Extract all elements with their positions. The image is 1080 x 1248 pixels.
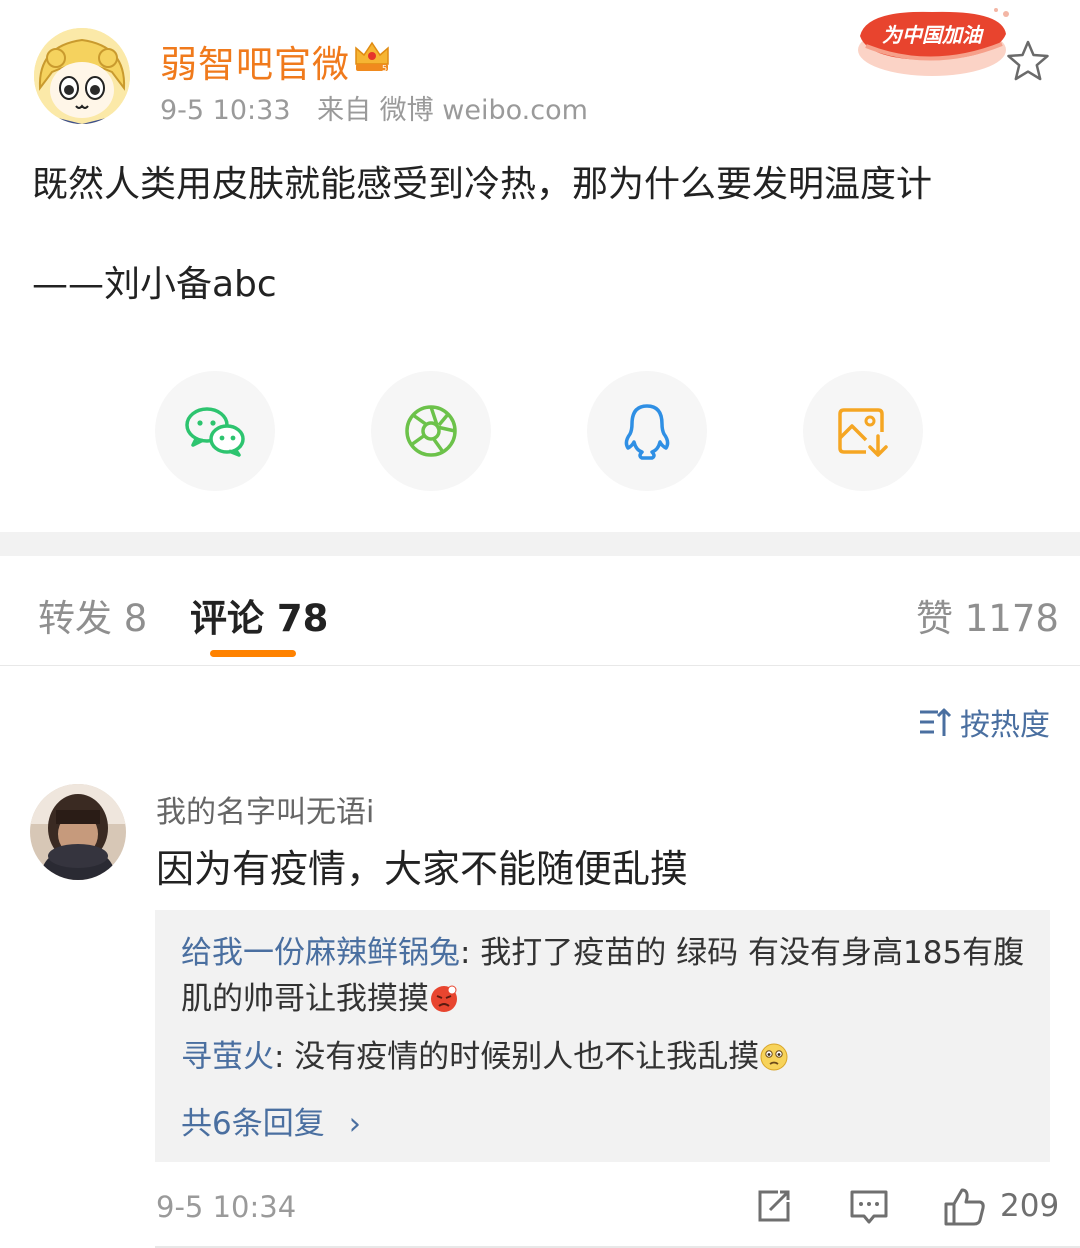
reply-text: : 没有疫情的时候别人也不让我乱摸 <box>274 1039 760 1075</box>
reply-comment-icon[interactable] <box>848 1186 890 1226</box>
wechat-icon <box>185 407 245 457</box>
sad-emoji-icon <box>760 1043 788 1071</box>
angry-emoji-icon <box>431 985 457 1012</box>
repost-comment-icon[interactable] <box>754 1186 794 1226</box>
replies-box[interactable]: 给我一份麻辣鲜锅兔: 我打了疫苗的 绿码 有没有身高185有腹肌的帅哥让我摸摸 … <box>155 910 1050 1162</box>
active-tab-indicator <box>210 650 296 657</box>
tab-likes[interactable]: 赞 1178 <box>916 588 1059 642</box>
commenter-avatar[interactable] <box>30 784 126 880</box>
star-icon[interactable] <box>1004 38 1052 84</box>
sort-label: 按热度 <box>960 708 1050 743</box>
tab-repost[interactable]: 转发 8 <box>38 588 147 642</box>
post-signature: ——刘小备abc <box>32 264 277 305</box>
author-avatar[interactable] <box>34 28 130 124</box>
save-image-icon <box>838 408 888 457</box>
sort-by-hot-button[interactable]: 按热度 <box>918 700 1050 744</box>
tab-border <box>0 665 1080 666</box>
share-qq-button[interactable] <box>587 371 707 491</box>
post-source: 来自 微博 weibo.com <box>317 95 588 126</box>
chevron-right-icon: › <box>348 1106 361 1142</box>
post-text: 既然人类用皮肤就能感受到冷热，那为什么要发明温度计 <box>32 164 933 205</box>
post-time: 9-5 10:33 <box>160 95 291 126</box>
more-replies-label: 共6条回复 <box>181 1106 325 1142</box>
comment-text: 因为有疫情，大家不能随便乱摸 <box>156 847 689 891</box>
comment-time: 9-5 10:34 <box>156 1190 297 1224</box>
more-replies-link[interactable]: 共6条回复 › <box>181 1098 361 1143</box>
share-wechat-button[interactable] <box>155 371 275 491</box>
commenter-name[interactable]: 我的名字叫无语i <box>156 787 374 831</box>
share-moments-button[interactable] <box>371 371 491 491</box>
comment-like-count: 209 <box>1000 1188 1060 1224</box>
qq-icon <box>624 404 670 460</box>
svg-text:5: 5 <box>382 64 387 73</box>
reply-user[interactable]: 寻萤火 <box>181 1039 274 1075</box>
section-divider <box>0 532 1080 556</box>
tab-comments[interactable]: 评论 78 <box>190 588 328 642</box>
cheer-badge[interactable]: 为中国加油 <box>856 6 1012 80</box>
author-name[interactable]: 弱智吧官微 <box>160 34 350 88</box>
sort-icon <box>920 708 952 736</box>
post-meta: 9-5 10:33 来自 微博 weibo.com <box>160 88 606 127</box>
reply-user[interactable]: 给我一份麻辣鲜锅兔 <box>181 935 460 971</box>
save-image-button[interactable] <box>803 371 923 491</box>
reply-item: 寻萤火: 没有疫情的时候别人也不让我乱摸 <box>181 1034 1031 1080</box>
moments-icon <box>405 405 457 457</box>
reply-item: 给我一份麻辣鲜锅兔: 我打了疫苗的 绿码 有没有身高185有腹肌的帅哥让我摸摸 <box>181 930 1031 1022</box>
vip-crown-icon[interactable]: 5 <box>352 38 392 74</box>
badge-text: 为中国加油 <box>882 23 985 47</box>
like-thumb-icon[interactable] <box>942 1186 986 1228</box>
